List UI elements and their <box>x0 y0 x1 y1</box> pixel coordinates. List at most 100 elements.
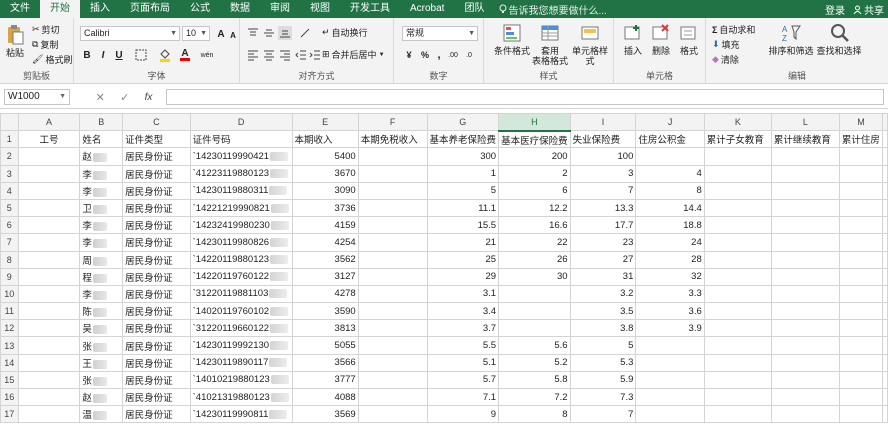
row-header[interactable]: 5 <box>0 198 19 218</box>
cell-id-number[interactable]: `14230119992130 <box>189 336 293 355</box>
cell-housing-loan[interactable] <box>838 405 884 424</box>
cell-continuing-education[interactable] <box>770 216 840 235</box>
cell-id-number[interactable]: `14220119760122 <box>189 267 293 286</box>
column-header-g[interactable]: G <box>426 112 500 132</box>
cell-income[interactable]: 4088 <box>291 387 359 407</box>
bold-button[interactable]: B <box>80 48 94 62</box>
cell-continuing-education[interactable] <box>770 284 840 304</box>
cell-income[interactable]: 3813 <box>291 319 359 338</box>
autosum-button[interactable]: Σ 自动求和 <box>712 23 755 36</box>
cell[interactable] <box>882 336 888 355</box>
cell-pension[interactable]: 21 <box>426 233 500 252</box>
cell-income[interactable]: 5400 <box>291 147 359 166</box>
cell-housing-loan[interactable] <box>838 181 884 200</box>
column-header-h[interactable]: H <box>498 112 571 132</box>
cell-continuing-education[interactable] <box>770 233 840 252</box>
cell-tax-free-income[interactable] <box>357 405 428 424</box>
cell-name[interactable]: 李 <box>79 181 124 200</box>
cell-child-education[interactable] <box>703 198 772 218</box>
cell-name[interactable]: 陈 <box>79 302 124 321</box>
cell[interactable] <box>882 353 888 372</box>
cell-housing-fund[interactable]: 32 <box>635 267 705 286</box>
cell[interactable] <box>882 284 888 304</box>
cell-housing-loan[interactable] <box>838 164 884 183</box>
cell-housing-loan[interactable] <box>838 250 884 269</box>
header-cell[interactable]: 证件号码 <box>189 130 293 149</box>
cell-medical[interactable] <box>498 284 571 304</box>
cell-id-number[interactable]: `31220119881103 <box>189 284 293 304</box>
cell-housing-loan[interactable] <box>838 353 884 372</box>
cell-child-education[interactable] <box>703 147 772 166</box>
cell-name[interactable]: 李 <box>79 233 124 252</box>
cell-continuing-education[interactable] <box>770 147 840 166</box>
phonetic-button[interactable]: wén <box>200 48 214 62</box>
cell-housing-fund[interactable] <box>635 353 705 372</box>
cell-unemployment[interactable]: 3 <box>569 164 637 183</box>
tab-formulas[interactable]: 公式 <box>180 0 220 18</box>
row-header[interactable]: 17 <box>0 405 19 424</box>
cell[interactable] <box>882 370 888 390</box>
cell-medical[interactable]: 26 <box>498 250 571 269</box>
cell-continuing-education[interactable] <box>770 370 840 390</box>
cell-unemployment[interactable]: 7 <box>569 405 637 424</box>
tab-home[interactable]: 开始 <box>40 0 80 18</box>
row-header[interactable]: 12 <box>0 319 19 338</box>
cell-housing-loan[interactable] <box>838 198 884 218</box>
cell-housing-fund[interactable] <box>635 336 705 355</box>
cell-housing-fund[interactable]: 14.4 <box>635 198 705 218</box>
cell-tax-free-income[interactable] <box>357 353 428 372</box>
cell-housing-fund[interactable] <box>635 387 705 407</box>
cell[interactable] <box>882 387 888 407</box>
percent-button[interactable]: % <box>418 48 432 62</box>
currency-button[interactable]: ¥ <box>402 48 416 62</box>
cell-id-type[interactable]: 居民身份证 <box>122 216 191 235</box>
cell-pension[interactable]: 5.7 <box>426 370 500 390</box>
align-right-button[interactable] <box>278 48 292 62</box>
cell-income[interactable]: 3777 <box>291 370 359 390</box>
cell-id-number[interactable]: `41223119880123 <box>189 164 293 183</box>
cell-housing-fund[interactable]: 4 <box>635 164 705 183</box>
cell-id-number[interactable]: `14230119980826 <box>189 233 293 252</box>
header-cell[interactable]: 基本医疗保险费 <box>498 130 571 149</box>
row-header[interactable]: 9 <box>0 267 19 286</box>
header-cell[interactable]: 住房公积金 <box>635 130 705 149</box>
cell[interactable] <box>882 130 888 149</box>
cell-medical[interactable]: 12.2 <box>498 198 571 218</box>
header-cell[interactable]: 本期免税收入 <box>357 130 428 149</box>
row-header[interactable]: 7 <box>0 233 19 252</box>
cell-id-type[interactable]: 居民身份证 <box>122 181 191 200</box>
copy-button[interactable]: ⧉ 复制 <box>32 38 58 51</box>
cell-id-type[interactable]: 居民身份证 <box>122 353 191 372</box>
header-cell[interactable]: 证件类型 <box>122 130 191 149</box>
header-cell[interactable]: 失业保险费 <box>569 130 637 149</box>
fill-color-button[interactable] <box>158 48 172 62</box>
cell-id-number[interactable]: `14230119990421 <box>189 147 293 166</box>
cell-pension[interactable]: 3.7 <box>426 319 500 338</box>
cell-employee-id[interactable] <box>17 336 81 355</box>
header-cell[interactable]: 累计住房 <box>838 130 884 149</box>
cell-unemployment[interactable]: 5.3 <box>569 353 637 372</box>
cell-pension[interactable]: 15.5 <box>426 216 500 235</box>
paste-button[interactable]: 粘贴 <box>4 24 26 58</box>
cell-unemployment[interactable]: 3.2 <box>569 284 637 304</box>
cell[interactable] <box>882 198 888 218</box>
insert-cells-button[interactable]: 插入 <box>620 22 646 56</box>
indent-increase-button[interactable] <box>308 48 322 62</box>
cell-employee-id[interactable] <box>17 319 81 338</box>
cell-medical[interactable]: 2 <box>498 164 571 183</box>
cell-styles-button[interactable]: 单元格样式 <box>570 22 610 66</box>
cell-medical[interactable]: 22 <box>498 233 571 252</box>
cell-employee-id[interactable] <box>17 181 81 200</box>
cell-child-education[interactable] <box>703 233 772 252</box>
format-cells-button[interactable]: 格式 <box>676 22 702 56</box>
cell-child-education[interactable] <box>703 353 772 372</box>
cell-unemployment[interactable]: 100 <box>569 147 637 166</box>
cell-child-education[interactable] <box>703 216 772 235</box>
cell-medical[interactable] <box>498 302 571 321</box>
cell-name[interactable]: 李 <box>79 164 124 183</box>
cell-housing-loan[interactable] <box>838 302 884 321</box>
cell-unemployment[interactable]: 27 <box>569 250 637 269</box>
cell[interactable] <box>882 405 888 424</box>
fill-button[interactable]: ⬇ 填充 <box>712 38 740 51</box>
align-center-button[interactable] <box>262 48 276 62</box>
